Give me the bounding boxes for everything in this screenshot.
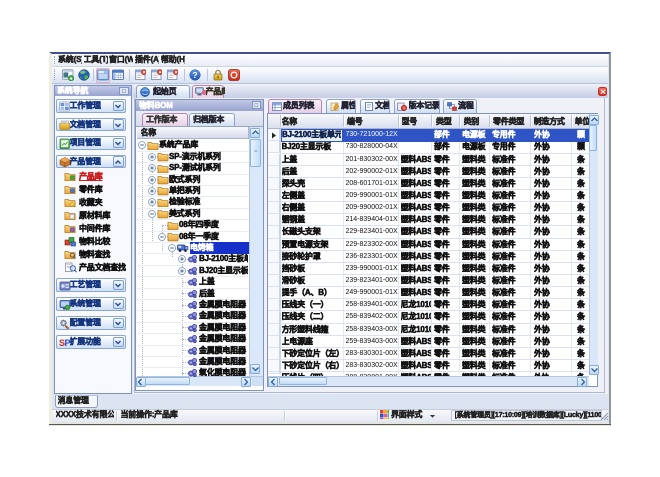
svg-text:?: ? xyxy=(192,70,197,80)
svg-text:P: P xyxy=(64,338,70,348)
